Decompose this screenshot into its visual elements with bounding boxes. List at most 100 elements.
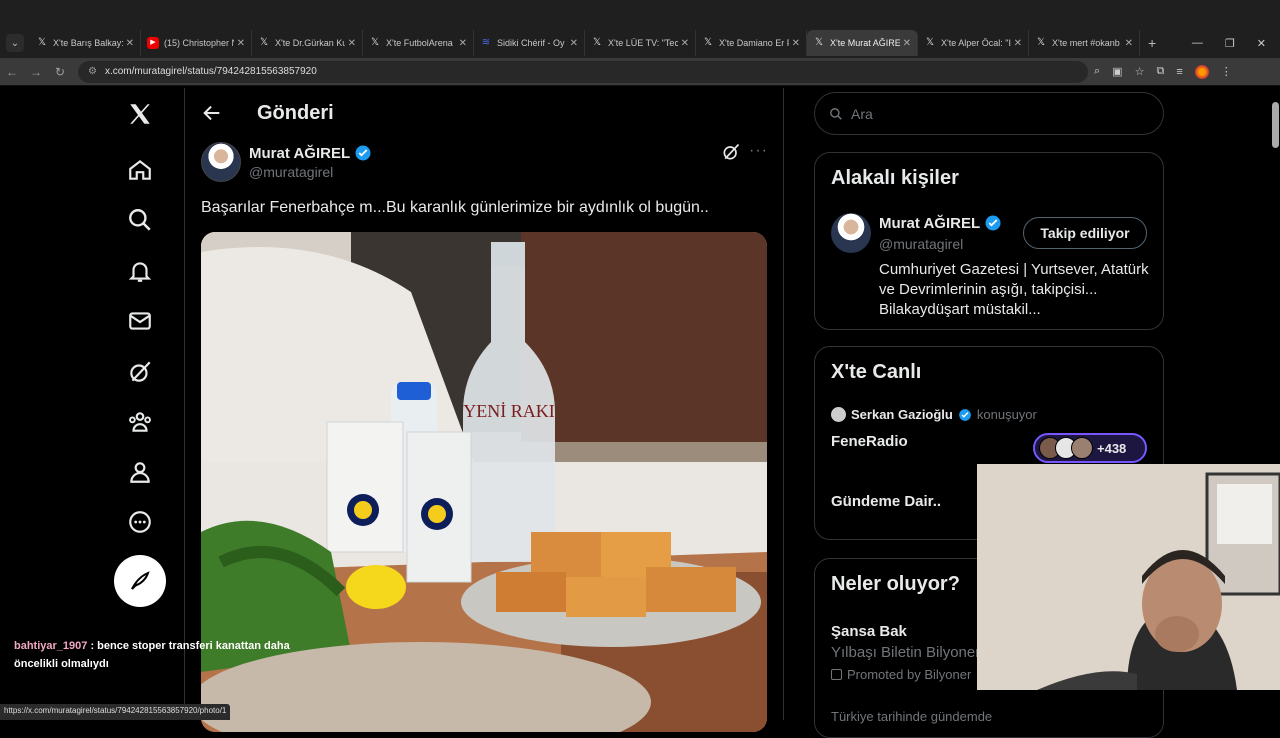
tab-close-icon[interactable]: ✕	[792, 38, 800, 49]
tab-close-icon[interactable]: ✕	[1125, 38, 1133, 49]
live-title: X'te Canlı	[831, 361, 922, 383]
author-name-text: Murat AĞIREL	[249, 144, 351, 162]
extensions-icon[interactable]: ⧉	[1156, 65, 1164, 78]
cast-icon[interactable]: ▣	[1112, 65, 1122, 78]
more-menu-icon[interactable]: ···	[749, 142, 768, 160]
space-title[interactable]: FeneRadio	[831, 433, 908, 450]
close-icon[interactable]: ✕	[1257, 37, 1266, 50]
chat-username: bahtiyar_1907	[14, 640, 88, 652]
bookmark-star-icon[interactable]: ☆	[1135, 65, 1145, 78]
x-logo-icon[interactable]	[126, 100, 154, 128]
live-host[interactable]: Serkan Gazioğlu konuşuyor	[831, 407, 1037, 422]
browser-tab[interactable]: 𝕏 X'te Damiano Er F ✕	[696, 30, 807, 56]
title-strip	[0, 0, 1280, 28]
verified-badge-icon	[355, 145, 371, 161]
browser-menu-icon[interactable]: ⋮	[1221, 65, 1232, 78]
profile-avatar[interactable]	[1194, 64, 1209, 79]
author-name[interactable]: Murat AĞIREL	[249, 144, 372, 162]
related-title: Alakalı kişiler	[831, 167, 959, 189]
x-favicon-icon: 𝕏	[1036, 37, 1046, 48]
browser-tab[interactable]: ▶ (15) Christopher N ✕	[141, 30, 252, 56]
tab-close-icon[interactable]: ✕	[237, 38, 245, 49]
notifications-icon[interactable]	[126, 257, 154, 285]
x-favicon-icon: 𝕏	[259, 37, 269, 48]
tab-close-icon[interactable]: ✕	[459, 38, 467, 49]
verified-badge-icon	[959, 408, 971, 421]
trends-title: Neler oluyor?	[831, 573, 960, 595]
x-favicon-icon: 𝕏	[814, 37, 824, 48]
tab-title: X'te LÜE TV: "Tech	[608, 38, 678, 48]
tab-search-icon[interactable]: ⌄	[6, 34, 24, 52]
tab-close-icon[interactable]: ✕	[348, 38, 356, 49]
search-placeholder: Ara	[851, 105, 873, 122]
search-icon	[830, 107, 842, 120]
maximize-icon[interactable]: ❐	[1225, 37, 1235, 50]
related-handle[interactable]: @muratagirel	[879, 236, 963, 252]
search-input[interactable]: Ara	[814, 92, 1164, 135]
divider	[783, 88, 784, 720]
tab-close-icon[interactable]: ✕	[570, 38, 578, 49]
home-icon[interactable]	[126, 156, 154, 184]
tab-close-icon[interactable]: ✕	[903, 38, 911, 49]
communities-icon[interactable]	[126, 408, 154, 436]
space-title-2[interactable]: Gündeme Dair..	[831, 493, 941, 510]
messages-icon[interactable]	[126, 307, 154, 335]
site-info-icon[interactable]: ⚙	[88, 66, 97, 77]
grok-explain-icon[interactable]	[721, 142, 741, 167]
scrollbar-thumb[interactable]	[1272, 102, 1279, 148]
promoted-text: Promoted by Bilyoner	[847, 667, 972, 682]
url-text: x.com/muratagirel/status/794242815563857…	[104, 66, 317, 77]
host-name: Serkan Gazioğlu	[851, 407, 953, 422]
media-icon[interactable]: ≡	[1176, 66, 1182, 78]
stream-chat-message: bahtiyar_1907 : bence stoper transferi k…	[14, 637, 294, 673]
url-field[interactable]: ⚙ x.com/muratagirel/status/7942428155638…	[78, 60, 1088, 83]
tab-title: Sidiki Chérif - Oy	[497, 38, 565, 48]
webcam-image	[977, 464, 1280, 690]
back-arrow-icon[interactable]	[201, 102, 223, 124]
minimize-icon[interactable]: —	[1192, 37, 1203, 50]
browser-tab[interactable]: 𝕏 X'te mert #okanb ✕	[1029, 30, 1140, 56]
tab-close-icon[interactable]: ✕	[1014, 38, 1022, 49]
trend-title[interactable]: Şansa Bak	[831, 623, 907, 640]
compose-post-button[interactable]	[114, 555, 166, 607]
tab-close-icon[interactable]: ✕	[681, 38, 689, 49]
author-handle[interactable]: @muratagirel	[249, 164, 333, 180]
browser-tab[interactable]: 𝕏 X'te Murat AĞIREL ✕	[807, 30, 918, 56]
related-name[interactable]: Murat AĞIREL	[879, 214, 1002, 232]
related-people-card: Alakalı kişiler Murat AĞIREL @muratagire…	[814, 152, 1164, 330]
feather-icon	[131, 571, 150, 590]
verified-badge-icon	[985, 215, 1001, 231]
zoom-icon[interactable]: ⌕	[1094, 65, 1100, 78]
related-avatar[interactable]	[831, 213, 871, 253]
back-icon[interactable]: ←	[0, 65, 24, 79]
search-icon[interactable]	[126, 206, 154, 234]
webcam-overlay	[977, 464, 1280, 690]
listener-count-badge[interactable]: +438	[1033, 433, 1147, 463]
profile-icon[interactable]	[126, 458, 154, 486]
following-button[interactable]: Takip ediliyor	[1023, 217, 1147, 249]
listener-avatar	[1071, 437, 1093, 459]
trend-next: Türkiye tarihinde gündemde	[831, 709, 993, 724]
browser-tab[interactable]: 𝕏 X'te LÜE TV: "Tech ✕	[585, 30, 696, 56]
promoted-icon	[831, 669, 842, 680]
grok-icon[interactable]	[126, 358, 154, 386]
more-options-icon[interactable]	[126, 508, 154, 536]
author-avatar[interactable]	[201, 142, 241, 182]
window-controls: — ❐ ✕	[1192, 37, 1266, 50]
site-favicon-icon: ≋	[481, 37, 491, 48]
tab-title: X'te FutbolArena	[386, 38, 453, 48]
new-tab-button[interactable]: +	[1148, 35, 1156, 51]
browser-tab[interactable]: ≋ Sidiki Chérif - Oy ✕	[474, 30, 585, 56]
browser-tab[interactable]: 𝕏 X'te Alper Öcal: "I ✕	[918, 30, 1029, 56]
browser-tab[interactable]: 𝕏 X'te Barış Balkay: ✕	[30, 30, 141, 56]
browser-tab[interactable]: 𝕏 X'te FutbolArena ✕	[363, 30, 474, 56]
tab-title: X'te Dr.Gürkan Ku	[275, 38, 345, 48]
status-url: https://x.com/muratagirel/status/7942428…	[0, 704, 231, 720]
reload-icon[interactable]: ↻	[48, 65, 72, 79]
tab-title: X'te Murat AĞIREL	[830, 38, 900, 48]
tab-title: X'te Barış Balkay:	[53, 38, 123, 48]
forward-icon[interactable]: →	[24, 65, 48, 79]
browser-tab[interactable]: 𝕏 X'te Dr.Gürkan Ku ✕	[252, 30, 363, 56]
host-avatar	[831, 407, 846, 422]
tab-close-icon[interactable]: ✕	[126, 38, 134, 49]
